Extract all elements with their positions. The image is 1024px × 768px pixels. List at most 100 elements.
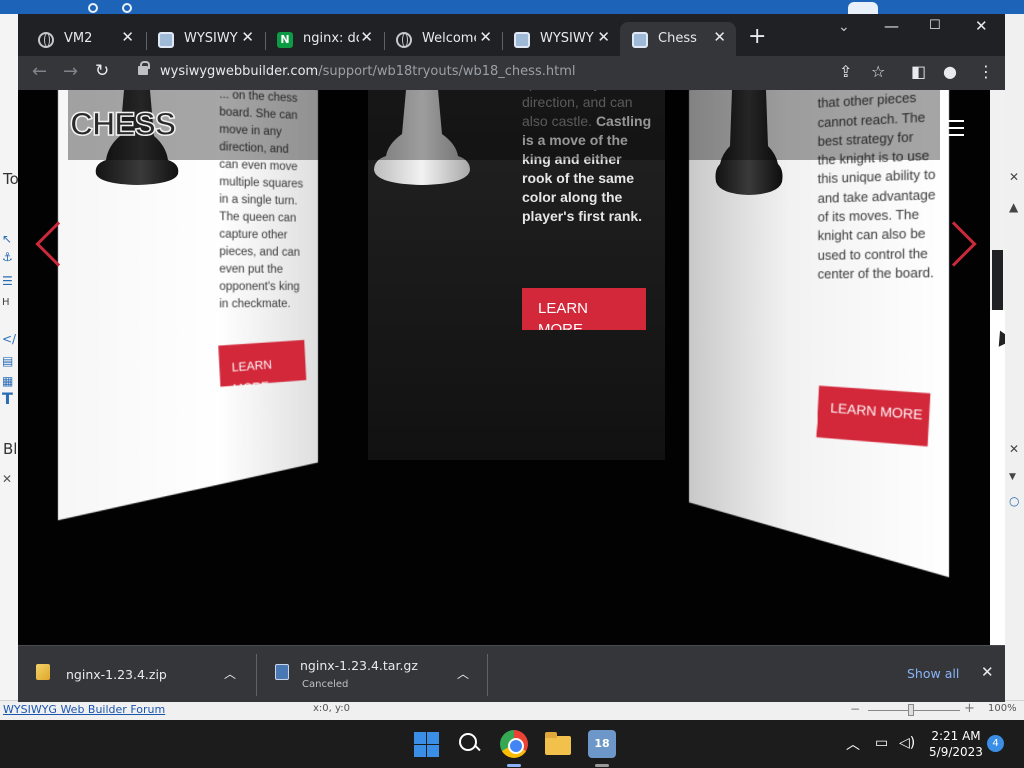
taskbar: 18 ︿ ▭ ◁) 2:21 AM 5/9/2023 4 (0, 720, 1024, 768)
site-logo[interactable]: CHESS (70, 106, 175, 143)
zip-file-icon (36, 664, 50, 680)
menu-kebab-icon[interactable]: ⋮ (978, 62, 994, 81)
webbuilder-icon (158, 32, 174, 48)
zoom-out-button[interactable]: − (850, 702, 860, 716)
tab-chess[interactable]: Chess ✕ (620, 22, 736, 56)
tab-title: WYSIWYG (540, 31, 594, 46)
tab-strip: VM2 ✕ WYSIWYG ✕ N nginx: dov ✕ Welcome ✕ (18, 14, 1005, 56)
anchor-icon[interactable]: ⚓ (2, 250, 17, 264)
background-app-statusbar: WYSIWYG Web Builder Forum x:0, y:0 − + 1… (0, 700, 1024, 720)
system-clock[interactable]: 2:21 AM 5/9/2023 (928, 728, 984, 760)
table-icon[interactable]: ▦ (2, 374, 17, 388)
back-icon[interactable]: ← (32, 61, 47, 82)
close-icon[interactable]: ✕ (1009, 442, 1019, 456)
tab-wysiwyg-1[interactable]: WYSIWYG ✕ (146, 22, 264, 56)
panel-label-fragment: Bl (3, 440, 17, 458)
scrollbar-thumb[interactable] (992, 250, 1003, 310)
close-tab-icon[interactable]: ✕ (241, 28, 254, 46)
notification-badge[interactable]: 4 (987, 735, 1004, 752)
tab-nginx[interactable]: N nginx: dov ✕ (265, 22, 383, 56)
zoom-slider-thumb[interactable] (908, 704, 914, 716)
button-label-line1: LEARN (538, 298, 646, 319)
code-icon[interactable]: </ (2, 332, 17, 346)
background-app-right-edge: ✕ ▲ ✕ ▼ ○ (1004, 14, 1024, 704)
url-host: wysiwygwebbuilder.com (160, 64, 318, 79)
refresh-icon[interactable]: ○ (1009, 494, 1019, 508)
maximize-icon[interactable]: ☐ (929, 18, 941, 33)
tab-wysiwyg-2[interactable]: WYSIWYG ✕ (502, 22, 620, 56)
site-header (68, 90, 940, 160)
address-bar[interactable]: wysiwygwebbuilder.com/support/wb18tryout… (160, 64, 575, 79)
web-page: ... on the chess board. She can move in … (18, 90, 990, 645)
tab-search-icon[interactable]: ⌄ (838, 19, 850, 35)
download-item[interactable]: nginx-1.23.4.zip ︿ (18, 646, 256, 702)
tray-overflow-chevron-icon[interactable]: ︿ (846, 734, 860, 754)
text-tool-icon[interactable]: T (2, 392, 17, 406)
chrome-icon[interactable] (500, 730, 528, 758)
download-filename: nginx-1.23.4.zip (66, 667, 167, 682)
list-icon[interactable]: ☰ (2, 274, 17, 288)
archive-file-icon (275, 664, 289, 680)
browser-toolbar: ← → ↻ wysiwygwebbuilder.com/support/wb18… (18, 56, 1005, 90)
background-app-titlebar (0, 0, 1024, 14)
learn-more-button[interactable]: LEARN MORE (816, 386, 930, 447)
close-icon[interactable]: ✕ (1009, 170, 1019, 184)
new-tab-icon[interactable]: + (748, 24, 766, 49)
file-explorer-icon[interactable] (544, 730, 572, 758)
minimize-icon[interactable]: — (884, 17, 899, 35)
webbuilder-icon (632, 32, 648, 48)
show-all-button[interactable]: Show all (907, 666, 959, 681)
download-item[interactable]: nginx-1.23.4.tar.gz Canceled ︿ (257, 646, 487, 702)
close-tab-icon[interactable]: ✕ (597, 28, 610, 46)
scroll-up-icon[interactable]: ▲ (1009, 200, 1018, 214)
side-panel-icon[interactable]: ◧ (911, 62, 926, 81)
close-downloads-icon[interactable]: ✕ (981, 663, 994, 681)
webbuilder-app-icon[interactable]: 18 (588, 730, 616, 758)
scrollbar-track-lower[interactable] (990, 310, 1005, 645)
close-icon[interactable]: ✕ (2, 472, 17, 486)
tab-title: Welcome (422, 31, 476, 46)
running-indicator (507, 764, 521, 767)
dropdown-arrow-icon[interactable]: ▼ (1009, 472, 1016, 482)
bookmark-star-icon[interactable]: ☆ (871, 62, 885, 81)
lock-icon[interactable] (138, 66, 148, 75)
tab-welcome[interactable]: Welcome ✕ (384, 22, 502, 56)
globe-icon (396, 32, 412, 48)
volume-icon[interactable]: ◁) (899, 735, 915, 751)
running-indicator (595, 764, 609, 767)
share-icon[interactable]: ⇪ (839, 62, 852, 81)
close-window-icon[interactable]: ✕ (975, 17, 988, 35)
close-tab-icon[interactable]: ✕ (479, 28, 492, 46)
forward-icon[interactable]: → (63, 61, 78, 82)
download-status: Canceled (302, 679, 348, 690)
search-icon[interactable] (456, 730, 484, 758)
cursor-tool-icon[interactable]: ↖ (2, 232, 17, 246)
close-tab-icon[interactable]: ✕ (713, 28, 726, 46)
forum-link[interactable]: WYSIWYG Web Builder Forum (3, 703, 165, 716)
heading-icon[interactable]: H (2, 296, 17, 310)
tab-vm2[interactable]: VM2 ✕ (26, 22, 144, 56)
close-tab-icon[interactable]: ✕ (360, 28, 373, 46)
chevron-up-icon[interactable]: ︿ (457, 665, 469, 682)
windows-start-icon[interactable] (412, 730, 440, 758)
chevron-up-icon[interactable]: ︿ (224, 665, 236, 682)
profile-icon[interactable]: ● (943, 62, 957, 81)
learn-more-button[interactable]: LEARN MORE (218, 340, 306, 387)
background-icon (122, 3, 132, 13)
background-icon (88, 3, 98, 13)
download-filename: nginx-1.23.4.tar.gz (300, 658, 418, 673)
zoom-slider-track[interactable] (868, 710, 960, 711)
url-path: /support/wb18tryouts/wb18_chess.html (318, 64, 575, 79)
network-icon[interactable]: ▭ (875, 735, 888, 751)
tab-title: WYSIWYG (184, 31, 238, 46)
close-tab-icon[interactable]: ✕ (121, 28, 134, 46)
downloads-bar: nginx-1.23.4.zip ︿ nginx-1.23.4.tar.gz C… (18, 645, 1005, 702)
page-scrollbar[interactable] (990, 90, 1005, 645)
globe-icon (38, 32, 54, 48)
learn-more-button[interactable]: LEARN MORE (522, 288, 646, 330)
zoom-in-button[interactable]: + (964, 701, 975, 716)
hamburger-menu-icon[interactable] (940, 120, 964, 138)
button-label-line2: MORE (538, 319, 646, 330)
form-icon[interactable]: ▤ (2, 354, 17, 368)
reload-icon[interactable]: ↻ (95, 61, 109, 81)
